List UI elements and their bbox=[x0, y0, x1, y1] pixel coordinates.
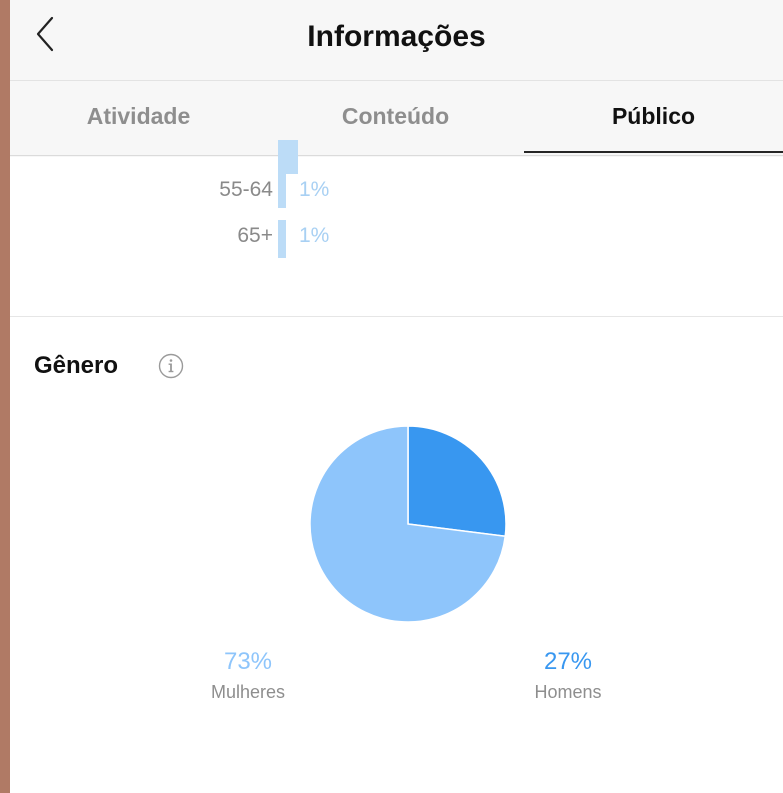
device-frame bbox=[0, 0, 10, 793]
age-label: 65+ bbox=[237, 224, 273, 247]
age-row: 55-64 1% bbox=[10, 174, 783, 210]
age-bar bbox=[278, 174, 286, 208]
legend-percent-mulheres: 73% bbox=[223, 648, 273, 675]
age-percent: 1% bbox=[299, 224, 330, 247]
age-bar bbox=[278, 140, 298, 174]
pie-slice-homens bbox=[407, 425, 507, 538]
info-icon[interactable] bbox=[158, 353, 184, 379]
header-bar: Informações bbox=[10, 0, 783, 80]
gender-pie-chart bbox=[309, 425, 507, 623]
age-bar bbox=[278, 220, 286, 258]
age-row-partial bbox=[10, 140, 783, 176]
page-title: Informações bbox=[307, 20, 486, 53]
legend-label-mulheres: Mulheres bbox=[210, 682, 286, 702]
section-title: Gênero bbox=[34, 352, 119, 379]
insights-screen: Informações Atividade Conteúdo Público 5… bbox=[10, 0, 783, 793]
section-divider bbox=[10, 316, 783, 317]
age-percent: 1% bbox=[299, 178, 330, 201]
legend-percent-homens: 27% bbox=[543, 648, 593, 675]
age-row: 65+ 1% bbox=[10, 220, 783, 258]
legend-label-homens: Homens bbox=[534, 682, 602, 702]
age-label: 55-64 bbox=[219, 178, 273, 201]
